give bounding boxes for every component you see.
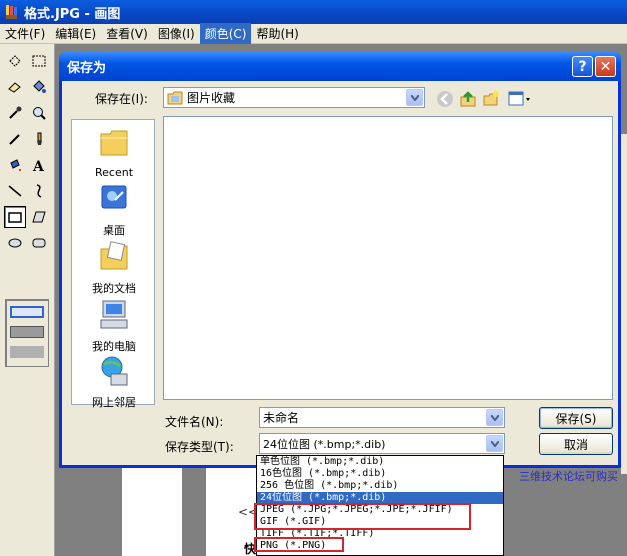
- menu-file[interactable]: 文件(F): [0, 23, 50, 44]
- fill-both-option[interactable]: [10, 326, 44, 338]
- rectangle-tool-icon[interactable]: [4, 206, 26, 228]
- places-bar: Recent 桌面 我的文档 我的电脑 网上邻居: [71, 119, 156, 409]
- fill-outline-option[interactable]: [10, 306, 44, 318]
- recent-folder-icon: [100, 130, 128, 156]
- chevron-down-icon[interactable]: [486, 435, 503, 452]
- filename-input[interactable]: 未命名: [259, 407, 505, 428]
- rounded-rect-tool-icon[interactable]: [28, 232, 50, 254]
- place-desktop[interactable]: 桌面: [72, 182, 156, 238]
- filetype-option-256-bmp[interactable]: 256 色位图 (*.bmp;*.dib): [257, 480, 503, 492]
- network-places-icon: [101, 356, 128, 386]
- menu-colors[interactable]: 颜色(C): [199, 23, 252, 44]
- ellipse-tool-icon[interactable]: [4, 232, 26, 254]
- place-my-documents[interactable]: 我的文档: [72, 240, 156, 296]
- close-button[interactable]: ✕: [595, 56, 616, 77]
- tool-options-panel: [5, 299, 49, 367]
- filename-label: 文件名(N):: [165, 415, 224, 429]
- place-my-documents-label: 我的文档: [92, 282, 136, 295]
- up-folder-icon[interactable]: [458, 89, 478, 109]
- menu-image[interactable]: 图像(I): [153, 23, 200, 44]
- save-in-value: 图片收藏: [187, 91, 236, 105]
- my-documents-icon: [100, 241, 128, 270]
- place-my-computer[interactable]: 我的电脑: [72, 298, 156, 354]
- background-scrollbar: [621, 134, 627, 474]
- rect-select-tool-icon[interactable]: [28, 50, 50, 72]
- free-select-tool-icon[interactable]: [4, 50, 26, 72]
- place-desktop-label: 桌面: [103, 224, 125, 237]
- background-panel: [122, 464, 182, 556]
- line-tool-icon[interactable]: [4, 180, 26, 202]
- background-link-text: 三维技术论坛可购买: [519, 470, 618, 483]
- svg-text:A: A: [32, 159, 45, 173]
- filetype-option-mono-bmp[interactable]: 单色位图 (*.bmp;*.dib): [257, 456, 503, 468]
- paint-app-icon: [6, 5, 17, 19]
- airbrush-tool-icon[interactable]: [4, 154, 26, 176]
- my-computer-icon: [100, 300, 128, 329]
- paint-window-title: 格式.JPG - 画图: [24, 6, 121, 22]
- polygon-tool-icon[interactable]: [28, 206, 50, 228]
- pencil-tool-icon[interactable]: [4, 128, 26, 150]
- chevron-down-icon[interactable]: [406, 89, 423, 106]
- annotation-highlight-box: [254, 537, 344, 552]
- place-network-label: 网上邻居: [92, 396, 136, 409]
- filetype-label: 保存类型(T):: [165, 440, 234, 454]
- folder-icon: [167, 91, 183, 104]
- filetype-option-16-bmp[interactable]: 16色位图 (*.bmp;*.dib): [257, 468, 503, 480]
- place-network[interactable]: 网上邻居: [72, 354, 156, 410]
- place-recent-label: Recent: [94, 166, 134, 179]
- filetype-value: 24位位图 (*.bmp;*.dib): [263, 437, 386, 451]
- menu-help[interactable]: 帮助(H): [251, 23, 303, 44]
- back-icon[interactable]: [435, 89, 455, 109]
- magnifier-tool-icon[interactable]: [28, 102, 50, 124]
- color-picker-tool-icon[interactable]: [4, 102, 26, 124]
- text-tool-icon[interactable]: A: [28, 154, 50, 176]
- views-menu-icon[interactable]: [507, 89, 533, 109]
- place-recent[interactable]: Recent: [72, 126, 156, 179]
- save-button[interactable]: 保存(S): [539, 407, 613, 429]
- brush-tool-icon[interactable]: [28, 128, 50, 150]
- filename-value: 未命名: [263, 411, 300, 425]
- annotation-highlight-box: [254, 503, 471, 530]
- eraser-tool-icon[interactable]: [4, 76, 26, 98]
- cancel-button[interactable]: 取消: [539, 433, 613, 455]
- paint-title-bar: 格式.JPG - 画图: [0, 0, 627, 24]
- menu-view[interactable]: 查看(V): [101, 23, 153, 44]
- chevron-down-icon[interactable]: [486, 409, 503, 426]
- menu-edit[interactable]: 编辑(E): [50, 23, 101, 44]
- help-button[interactable]: ?: [572, 56, 593, 77]
- dialog-title: 保存为: [67, 61, 107, 76]
- place-my-computer-label: 我的电脑: [92, 340, 136, 353]
- curve-tool-icon[interactable]: [28, 180, 50, 202]
- save-as-dialog: 保存为 ? ✕ 保存在(I): 图片收藏 Recent 桌面 我的文档 我的电脑…: [59, 52, 621, 468]
- filetype-select[interactable]: 24位位图 (*.bmp;*.dib): [259, 433, 505, 454]
- new-folder-icon[interactable]: [481, 89, 501, 109]
- fill-tool-icon[interactable]: [28, 76, 50, 98]
- save-in-label: 保存在(I):: [95, 92, 148, 106]
- desktop-icon: [101, 185, 127, 209]
- dialog-title-bar: 保存为 ? ✕: [59, 52, 621, 81]
- save-in-combo[interactable]: 图片收藏: [163, 87, 425, 108]
- fill-only-option[interactable]: [10, 346, 44, 358]
- paint-menubar: 文件(F) 编辑(E) 查看(V) 图像(I) 颜色(C) 帮助(H): [0, 23, 627, 44]
- file-list-view[interactable]: [163, 116, 613, 400]
- paint-toolbox: A: [0, 44, 55, 556]
